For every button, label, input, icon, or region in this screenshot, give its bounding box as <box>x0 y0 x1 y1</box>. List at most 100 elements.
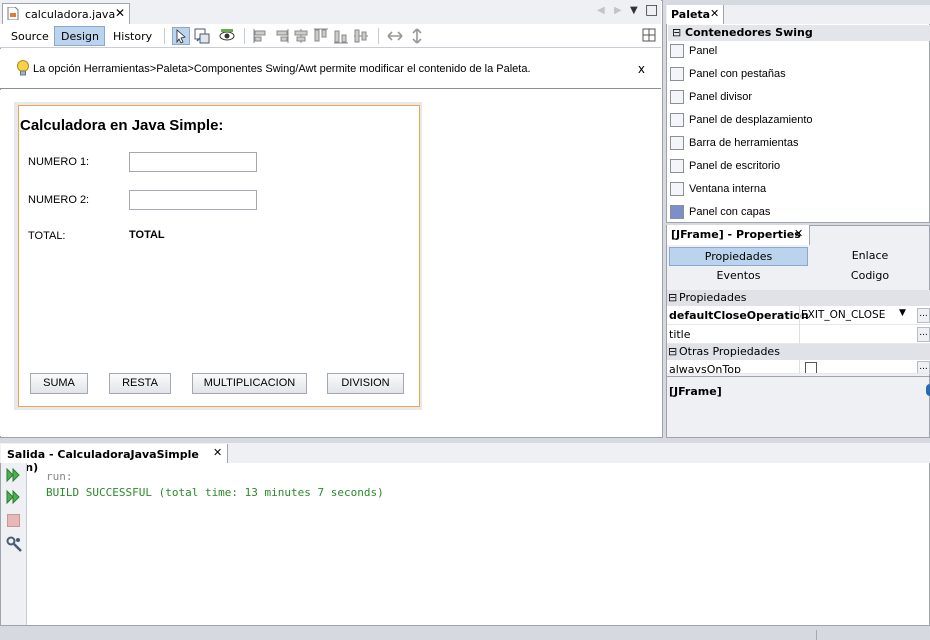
align-top-icon[interactable] <box>312 27 330 45</box>
property-editor-button[interactable]: ... <box>917 308 930 323</box>
rerun-icon[interactable] <box>5 467 21 483</box>
lightbulb-icon <box>17 60 29 76</box>
toolbar-icon <box>670 136 684 150</box>
tab-propiedades[interactable]: Propiedades <box>669 247 808 266</box>
desktop-pane-icon <box>670 159 684 173</box>
palette-item-label: Panel con pestañas <box>689 68 786 80</box>
collapse-icon[interactable]: ⊟ <box>672 26 681 39</box>
palette-category[interactable]: ⊟ Contenedores Swing <box>668 25 930 41</box>
status-divider <box>816 630 817 640</box>
tabbed-pane-icon <box>670 67 684 81</box>
hint-close-button[interactable]: x <box>638 62 645 76</box>
stop-icon[interactable] <box>7 514 20 527</box>
section-propiedades[interactable]: ⊟ Propiedades <box>667 290 930 306</box>
close-palette-icon[interactable]: ✕ <box>710 7 719 20</box>
palette-category-label: Contenedores Swing <box>685 26 813 39</box>
numero2-label[interactable]: NUMERO 2: <box>28 194 89 206</box>
output-line-build: BUILD SUCCESSFUL (total time: 13 minutes… <box>46 486 384 499</box>
align-left-icon[interactable] <box>252 27 270 45</box>
tab-design[interactable]: Design <box>54 26 105 46</box>
status-bar <box>0 626 930 640</box>
suma-button[interactable]: SUMA <box>30 373 88 394</box>
grid-view-icon[interactable] <box>642 28 656 42</box>
palette-item-label: Panel de desplazamiento <box>689 114 813 126</box>
numero2-field[interactable] <box>129 190 257 210</box>
numero1-label[interactable]: NUMERO 1: <box>28 156 89 168</box>
tab-eventos[interactable]: Eventos <box>669 267 808 286</box>
close-tab-icon[interactable]: ✕ <box>115 6 125 20</box>
file-tab[interactable]: calculadora.java ✕ <box>2 3 130 24</box>
settings-icon[interactable] <box>5 535 23 553</box>
column-divider <box>799 325 800 344</box>
center-horizontally-icon[interactable] <box>292 27 310 45</box>
java-file-icon <box>7 7 19 20</box>
tab-enlace[interactable]: Enlace <box>810 247 930 266</box>
dropdown-icon[interactable]: ▼ <box>630 5 638 16</box>
property-editor-button[interactable]: ... <box>917 327 930 342</box>
jpanel-form[interactable] <box>18 105 420 407</box>
resta-button[interactable]: RESTA <box>109 373 171 394</box>
chevron-down-icon[interactable]: ▼ <box>899 308 906 318</box>
collapse-icon[interactable]: ⊟ <box>668 291 677 304</box>
palette-item-split-pane[interactable]: Panel divisor <box>668 87 930 109</box>
palette-item-tabbed-pane[interactable]: Panel con pestañas <box>668 64 930 86</box>
column-divider <box>799 360 800 373</box>
properties-tab[interactable]: [JFrame] - Properties ✕ <box>667 225 810 245</box>
form-title[interactable]: Calculadora en Java Simple: <box>20 117 223 134</box>
tab-history[interactable]: History <box>106 26 159 46</box>
property-name: alwaysOnTop <box>669 363 741 374</box>
align-bottom-icon[interactable] <box>332 27 350 45</box>
hint-text: La opción Herramientas>Paleta>Componente… <box>33 63 531 75</box>
palette-item-layered-pane[interactable]: Panel con capas <box>668 202 930 221</box>
close-output-icon[interactable]: ✕ <box>213 446 222 459</box>
palette-item-toolbar[interactable]: Barra de herramientas <box>668 133 930 155</box>
property-row[interactable]: defaultCloseOperation EXIT_ON_CLOSE ▼ ..… <box>667 306 930 325</box>
maximize-icon[interactable]: □ <box>645 2 658 18</box>
tab-source[interactable]: Source <box>4 26 56 46</box>
selection-mode-icon[interactable] <box>172 27 190 45</box>
section-otras-propiedades[interactable]: ⊟ Otras Propiedades <box>667 344 930 360</box>
close-properties-icon[interactable]: ✕ <box>794 227 803 240</box>
property-row[interactable]: title ... <box>667 325 930 344</box>
scroll-left-icon[interactable]: ◀ <box>597 5 605 16</box>
vertical-resize-icon[interactable] <box>408 27 426 45</box>
division-button[interactable]: DIVISION <box>327 373 404 394</box>
connection-mode-icon[interactable] <box>193 27 211 45</box>
checkbox[interactable] <box>805 362 817 373</box>
collapse-icon[interactable]: ⊟ <box>668 345 677 358</box>
palette-tab[interactable]: Paleta ✕ <box>667 5 724 24</box>
palette-item-desktop-pane[interactable]: Panel de escritorio <box>668 156 930 178</box>
properties-tab-label: [JFrame] - Properties <box>671 228 801 241</box>
palette-item-label: Panel con capas <box>689 206 771 218</box>
split-pane-icon <box>670 90 684 104</box>
toolbar-separator <box>378 28 379 44</box>
internal-frame-icon <box>670 182 684 196</box>
rerun-with-params-icon[interactable] <box>5 489 21 505</box>
palette-tab-label: Paleta <box>671 8 711 21</box>
palette-item-scroll-pane[interactable]: Panel de desplazamiento <box>668 110 930 132</box>
palette-item-internal-frame[interactable]: Ventana interna <box>668 179 930 201</box>
output-tab[interactable]: Salida - CalculadoraJavaSimple (run) ✕ <box>1 444 228 474</box>
multiplicacion-button[interactable]: MULTIPLICACION <box>192 373 307 394</box>
numero1-field[interactable] <box>129 152 257 172</box>
output-line-run: run: <box>46 470 73 483</box>
scroll-pane-icon <box>670 113 684 127</box>
palette-item-panel[interactable]: Panel <box>668 41 930 63</box>
properties-footer: [JFrame] <box>669 385 722 398</box>
scroll-right-icon[interactable]: ▶ <box>614 5 622 16</box>
property-value-select[interactable]: EXIT_ON_CLOSE <box>801 309 885 321</box>
toolbar-separator <box>164 28 165 44</box>
total-value[interactable]: TOTAL <box>129 229 165 241</box>
help-icon[interactable] <box>926 384 930 396</box>
property-editor-button[interactable]: ... <box>917 361 930 373</box>
align-right-icon[interactable] <box>272 27 290 45</box>
total-label[interactable]: TOTAL: <box>28 230 66 242</box>
center-vertically-icon[interactable] <box>352 27 370 45</box>
preview-design-icon[interactable] <box>218 27 236 45</box>
palette-item-label: Panel de escritorio <box>689 160 781 172</box>
property-row[interactable]: alwaysOnTop ... <box>667 360 930 374</box>
palette-item-label: Ventana interna <box>689 183 767 195</box>
horizontal-resize-icon[interactable] <box>386 27 404 45</box>
section-label: Otras Propiedades <box>679 345 780 358</box>
tab-codigo[interactable]: Codigo <box>810 267 930 286</box>
